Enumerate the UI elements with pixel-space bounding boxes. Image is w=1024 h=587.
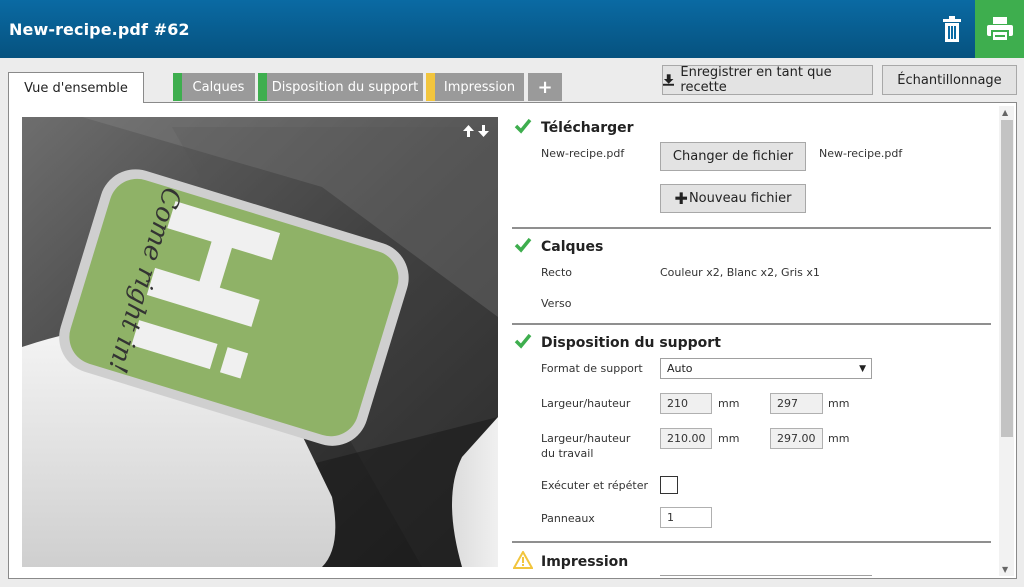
work-width-field[interactable]: 210.00 xyxy=(660,428,712,449)
height-field[interactable]: 297 xyxy=(770,393,823,414)
plus-icon: + xyxy=(537,76,553,98)
unit-label: mm xyxy=(718,397,740,410)
document-title: New-recipe.pdf #62 xyxy=(9,20,190,39)
download-icon xyxy=(663,74,675,86)
section-title-media: Disposition du support xyxy=(541,335,721,351)
plus-icon: ✚ xyxy=(674,189,688,208)
flip-preview-button[interactable] xyxy=(459,123,493,139)
upload-filename: New-recipe.pdf xyxy=(541,147,625,160)
section-divider xyxy=(512,541,991,543)
section-divider xyxy=(512,323,991,325)
tab-media-layout[interactable]: Disposition du support xyxy=(258,73,423,101)
tab-layers[interactable]: Calques xyxy=(173,73,255,101)
check-icon xyxy=(514,237,532,253)
front-label: Recto xyxy=(541,266,573,279)
panels-field[interactable]: 1 xyxy=(660,507,712,528)
chevron-down-icon: ▼ xyxy=(859,364,866,374)
save-as-recipe-label: Enregistrer en tant que recette xyxy=(680,65,832,95)
media-format-select[interactable]: Auto ▼ xyxy=(660,358,872,379)
status-indicator xyxy=(258,73,267,101)
front-value: Couleur x2, Blanc x2, Gris x1 xyxy=(660,266,820,279)
scroll-down-icon[interactable]: ▼ xyxy=(1002,565,1008,574)
status-indicator xyxy=(173,73,182,101)
step-repeat-checkbox[interactable] xyxy=(660,476,678,494)
new-file-button[interactable]: ✚ Nouveau fichier xyxy=(660,184,806,213)
unit-label: mm xyxy=(718,432,740,445)
title-bar: New-recipe.pdf #62 xyxy=(0,0,1024,58)
sampling-button[interactable]: Échantillonnage xyxy=(882,65,1017,95)
section-title-upload: Télécharger xyxy=(541,120,634,136)
work-height-field[interactable]: 297.00 xyxy=(770,428,823,449)
print-button[interactable] xyxy=(975,0,1024,58)
tab-overview[interactable]: Vue d'ensemble xyxy=(8,72,144,103)
new-file-label: Nouveau fichier xyxy=(688,191,792,206)
trash-icon xyxy=(943,16,961,42)
back-label: Verso xyxy=(541,297,572,310)
media-format-value: Auto xyxy=(667,362,693,375)
unit-label: mm xyxy=(828,397,850,410)
section-divider xyxy=(512,227,991,229)
save-as-recipe-button[interactable]: Enregistrer en tant que recette xyxy=(662,65,873,95)
tab-label: Calques xyxy=(192,79,245,95)
current-file-name: New-recipe.pdf xyxy=(819,147,903,160)
check-icon xyxy=(514,333,532,349)
tab-print[interactable]: Impression xyxy=(426,73,524,101)
check-icon xyxy=(514,118,532,134)
status-indicator xyxy=(426,73,435,101)
width-field[interactable]: 210 xyxy=(660,393,712,414)
add-tab-button[interactable]: + xyxy=(528,73,562,101)
preview-3d[interactable]: Hi Come right in! xyxy=(22,117,498,567)
print-field-edge xyxy=(660,575,872,578)
media-format-label: Format de support xyxy=(541,362,643,375)
warning-icon xyxy=(513,551,533,569)
arrow-down-icon xyxy=(478,125,489,137)
work-size-label-line1: Largeur/hauteur xyxy=(541,432,631,445)
delete-button[interactable] xyxy=(930,0,974,58)
work-size-label-line2: du travail xyxy=(541,447,594,460)
change-file-button[interactable]: Changer de fichier xyxy=(660,142,806,171)
panels-label: Panneaux xyxy=(541,512,595,525)
arrow-up-icon xyxy=(463,125,474,137)
tab-label: Impression xyxy=(443,79,516,95)
width-height-label: Largeur/hauteur xyxy=(541,397,631,410)
tab-label: Disposition du support xyxy=(271,79,419,95)
scroll-up-icon[interactable]: ▲ xyxy=(1002,108,1008,117)
scrollbar-thumb[interactable] xyxy=(1001,120,1013,437)
printer-icon xyxy=(986,17,1013,41)
unit-label: mm xyxy=(828,432,850,445)
section-title-layers: Calques xyxy=(541,239,604,255)
step-repeat-label: Exécuter et répéter xyxy=(541,479,648,492)
preview-render: Hi Come right in! xyxy=(22,117,498,567)
section-title-print: Impression xyxy=(541,554,629,570)
